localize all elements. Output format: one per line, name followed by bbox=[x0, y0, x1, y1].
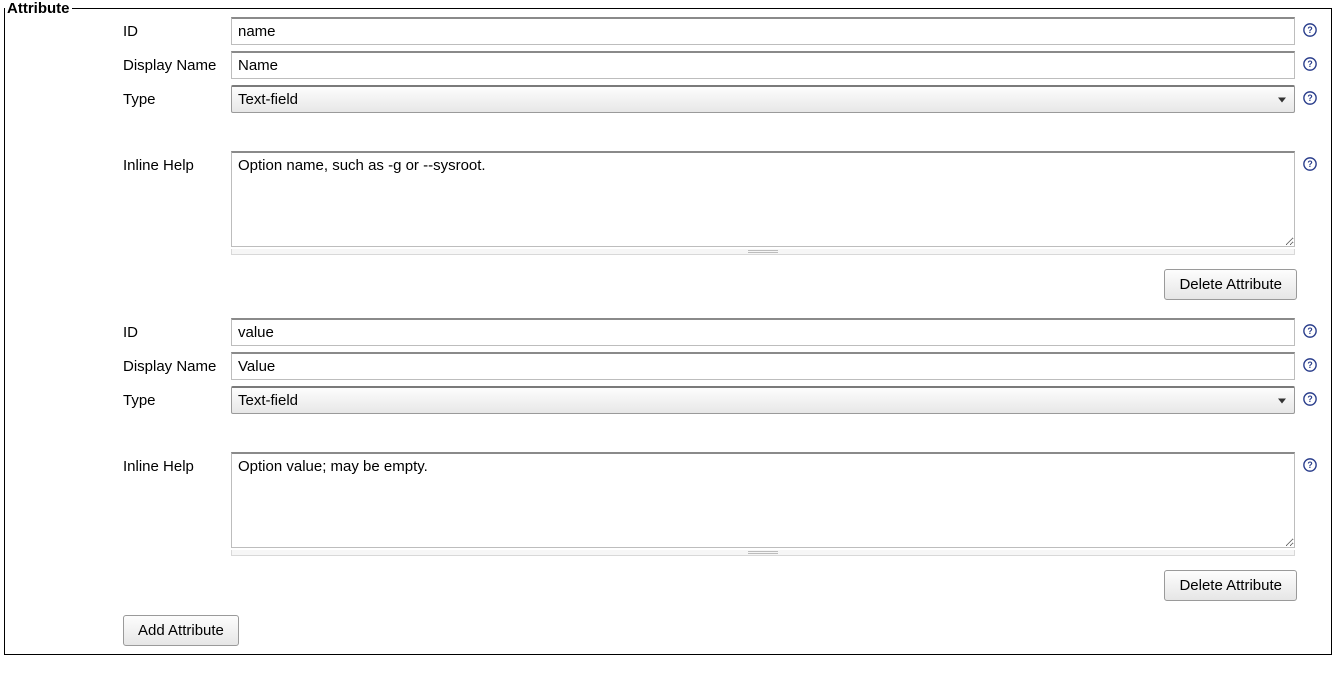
help-icon[interactable]: ? bbox=[1299, 51, 1317, 71]
label-display-name: Display Name bbox=[123, 352, 231, 375]
label-inline-help: Inline Help bbox=[123, 151, 231, 174]
attr0-delete-button[interactable]: Delete Attribute bbox=[1164, 269, 1297, 300]
label-type: Type bbox=[123, 386, 231, 409]
section-title: Attribute bbox=[5, 0, 72, 17]
help-icon[interactable]: ? bbox=[1299, 352, 1317, 372]
splitter-handle[interactable] bbox=[231, 249, 1295, 255]
attr0-displayname-input[interactable] bbox=[231, 51, 1295, 79]
attr1-displayname-row: Display Name ? bbox=[123, 352, 1317, 380]
label-id: ID bbox=[123, 17, 231, 40]
attr0-type-row: Type Text-field ? bbox=[123, 85, 1317, 113]
label-inline-help: Inline Help bbox=[123, 452, 231, 475]
attr0-displayname-row: Display Name ? bbox=[123, 51, 1317, 79]
splitter-handle[interactable] bbox=[231, 550, 1295, 556]
svg-text:?: ? bbox=[1307, 25, 1312, 35]
help-icon[interactable]: ? bbox=[1299, 318, 1317, 338]
help-icon[interactable]: ? bbox=[1299, 151, 1317, 171]
attribute-fieldset: Attribute ID ? Display Name ? Type bbox=[4, 0, 1332, 655]
attr1-type-value: Text-field bbox=[238, 392, 298, 409]
attr1-type-select[interactable]: Text-field bbox=[231, 386, 1295, 414]
label-display-name: Display Name bbox=[123, 51, 231, 74]
help-icon[interactable]: ? bbox=[1299, 85, 1317, 105]
svg-text:?: ? bbox=[1307, 360, 1312, 370]
attr1-displayname-input[interactable] bbox=[231, 352, 1295, 380]
svg-text:?: ? bbox=[1307, 460, 1312, 470]
help-icon[interactable]: ? bbox=[1299, 386, 1317, 406]
add-attribute-button[interactable]: Add Attribute bbox=[123, 615, 239, 646]
attr1-type-row: Type Text-field ? bbox=[123, 386, 1317, 414]
attr0-type-select[interactable]: Text-field bbox=[231, 85, 1295, 113]
attr0-id-row: ID ? bbox=[123, 17, 1317, 45]
attr1-id-row: ID ? bbox=[123, 318, 1317, 346]
help-icon[interactable]: ? bbox=[1299, 17, 1317, 37]
chevron-down-icon bbox=[1278, 97, 1286, 102]
label-id: ID bbox=[123, 318, 231, 341]
svg-text:?: ? bbox=[1307, 394, 1312, 404]
attr1-inlinehelp-textarea[interactable] bbox=[231, 452, 1295, 548]
attr1-inlinehelp-row: Inline Help ? bbox=[123, 452, 1317, 556]
attr0-inlinehelp-textarea[interactable] bbox=[231, 151, 1295, 247]
svg-text:?: ? bbox=[1307, 326, 1312, 336]
attr0-type-value: Text-field bbox=[238, 91, 298, 108]
attr1-id-input[interactable] bbox=[231, 318, 1295, 346]
attr1-delete-button[interactable]: Delete Attribute bbox=[1164, 570, 1297, 601]
attr0-inlinehelp-row: Inline Help ? bbox=[123, 151, 1317, 255]
svg-text:?: ? bbox=[1307, 159, 1312, 169]
svg-text:?: ? bbox=[1307, 59, 1312, 69]
help-icon[interactable]: ? bbox=[1299, 452, 1317, 472]
svg-text:?: ? bbox=[1307, 93, 1312, 103]
chevron-down-icon bbox=[1278, 398, 1286, 403]
attr0-id-input[interactable] bbox=[231, 17, 1295, 45]
label-type: Type bbox=[123, 85, 231, 108]
